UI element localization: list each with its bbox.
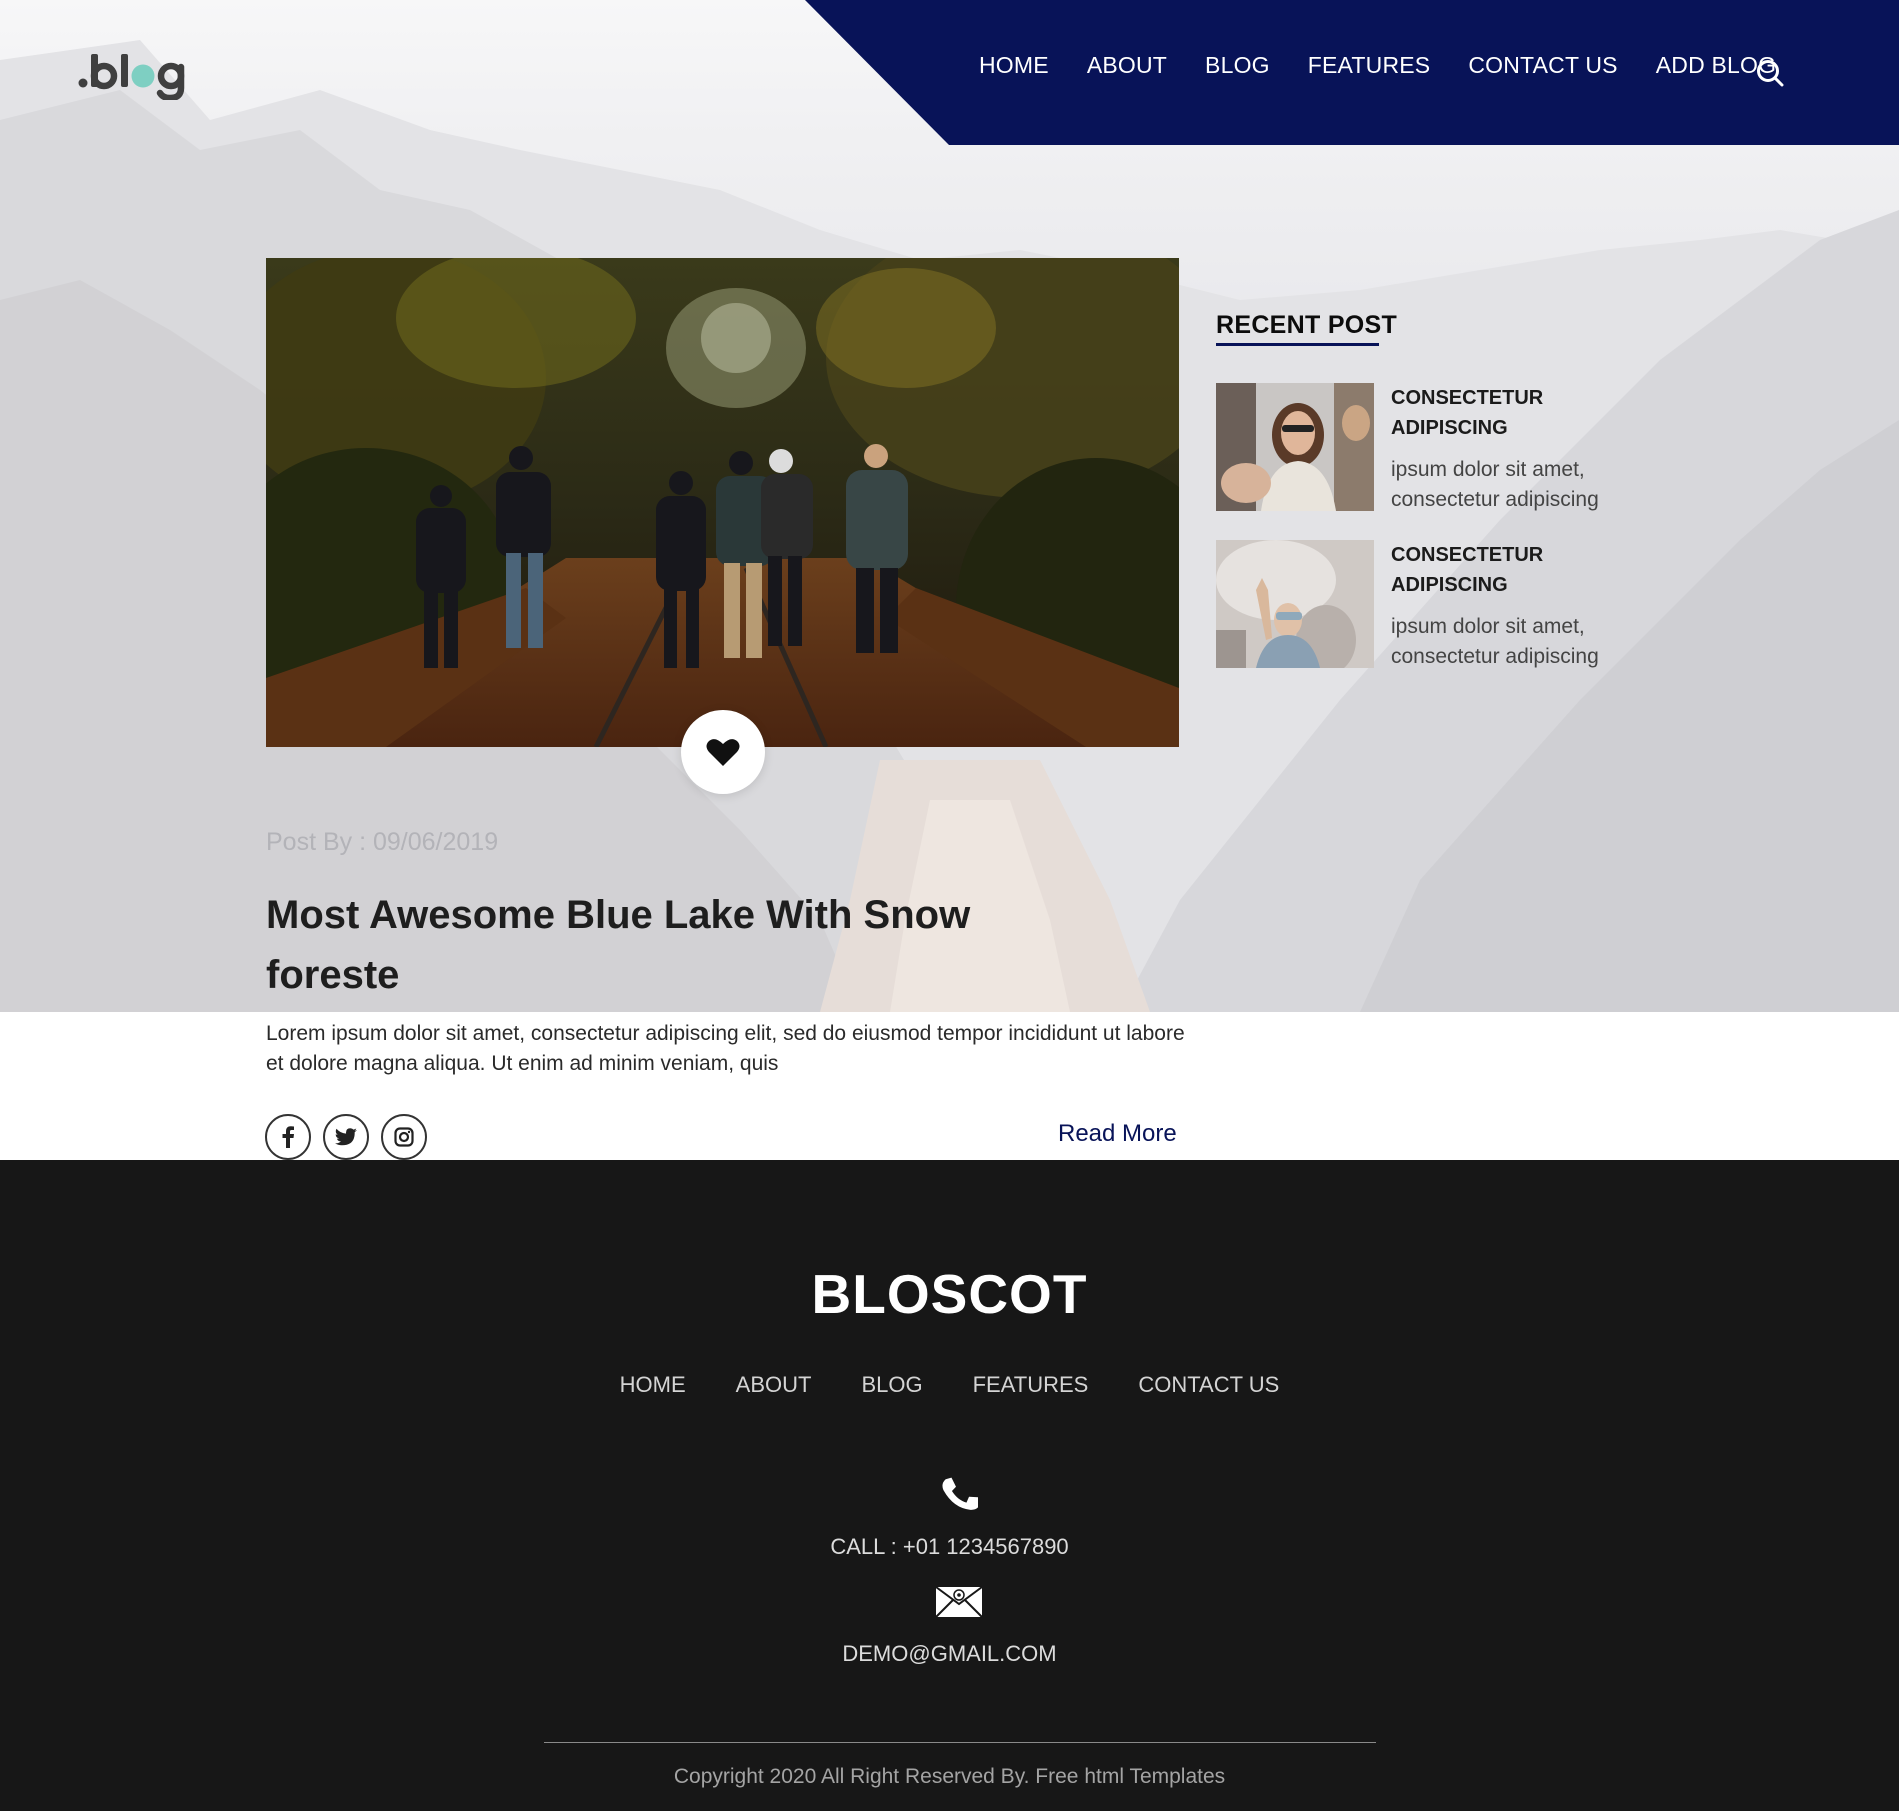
hikers-forest-photo bbox=[266, 258, 1179, 747]
footer-nav-about[interactable]: ABOUT bbox=[736, 1372, 812, 1398]
instagram-icon[interactable] bbox=[381, 1114, 427, 1160]
post-meta: Post By : 09/06/2019 bbox=[266, 828, 499, 856]
nav-features[interactable]: FEATURES bbox=[1308, 52, 1431, 79]
recent-post-excerpt: ipsum dolor sit amet, consectetur adipis… bbox=[1391, 615, 1599, 668]
footer-nav-blog[interactable]: BLOG bbox=[861, 1372, 922, 1398]
recent-post-excerpt: ipsum dolor sit amet, consectetur adipis… bbox=[1391, 458, 1599, 511]
recent-post-heading[interactable]: CONSECTETUR ADIPISCING bbox=[1391, 540, 1591, 600]
recent-post-thumbnail[interactable] bbox=[1216, 540, 1374, 668]
main-nav: HOME ABOUT BLOG FEATURES CONTACT US ADD … bbox=[979, 52, 1814, 79]
recent-post-title: RECENT POST bbox=[1216, 311, 1398, 339]
footer-nav-features[interactable]: FEATURES bbox=[973, 1372, 1089, 1398]
search-icon[interactable] bbox=[1755, 58, 1785, 88]
recent-post-item[interactable]: CONSECTETUR ADIPISCING ipsum dolor sit a… bbox=[1216, 540, 1676, 670]
post-image[interactable] bbox=[266, 258, 1179, 747]
recent-post-underline bbox=[1216, 343, 1379, 346]
recent-post-item[interactable]: CONSECTETUR ADIPISCING ipsum dolor sit a… bbox=[1216, 383, 1676, 513]
footer-nav: HOME ABOUT BLOG FEATURES CONTACT US bbox=[0, 1372, 1899, 1398]
read-more-link[interactable]: Read More bbox=[1058, 1120, 1177, 1148]
footer-nav-home[interactable]: HOME bbox=[620, 1372, 686, 1398]
phone-icon bbox=[942, 1474, 980, 1514]
like-button[interactable] bbox=[681, 710, 765, 794]
copyright-text: Copyright 2020 All Right Reserved By. Fr… bbox=[673, 1765, 1226, 1788]
recent-post-heading[interactable]: CONSECTETUR ADIPISCING bbox=[1391, 383, 1591, 443]
social-links bbox=[265, 1114, 439, 1160]
nav-contact-us[interactable]: CONTACT US bbox=[1468, 52, 1617, 79]
post-excerpt: Lorem ipsum dolor sit amet, consectetur … bbox=[266, 1022, 1185, 1075]
nav-blog[interactable]: BLOG bbox=[1205, 52, 1270, 79]
twitter-icon[interactable] bbox=[323, 1114, 369, 1160]
footer-brand[interactable]: BLOSCOT bbox=[0, 1262, 1899, 1326]
footer-divider bbox=[544, 1742, 1376, 1743]
facebook-icon[interactable] bbox=[265, 1114, 311, 1160]
heart-icon bbox=[706, 739, 740, 766]
post-title[interactable]: Most Awesome Blue Lake With Snow foreste bbox=[266, 885, 1066, 1005]
footer-call[interactable]: CALL : +01 1234567890 bbox=[0, 1534, 1899, 1560]
mail-icon bbox=[935, 1586, 983, 1618]
nav-about[interactable]: ABOUT bbox=[1087, 52, 1167, 79]
site-logo[interactable] bbox=[77, 46, 207, 102]
recent-post-thumbnail[interactable] bbox=[1216, 383, 1374, 511]
footer-email[interactable]: DEMO@GMAIL.COM bbox=[0, 1641, 1899, 1667]
nav-home[interactable]: HOME bbox=[979, 52, 1049, 79]
footer-nav-contact-us[interactable]: CONTACT US bbox=[1138, 1372, 1279, 1398]
